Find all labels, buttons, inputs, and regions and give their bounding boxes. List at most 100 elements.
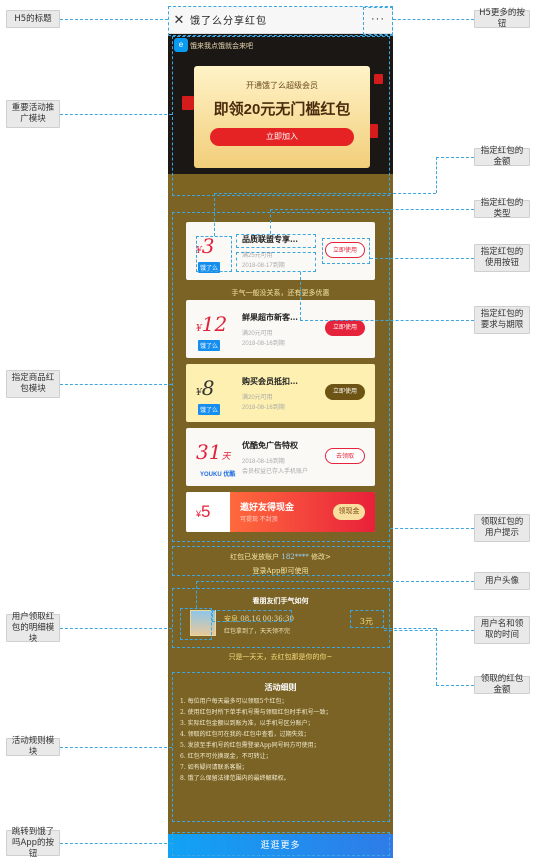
youku-logo: YOUKU 优酷	[200, 472, 236, 478]
ann-name-time: 用户名和领取的时间	[474, 616, 530, 644]
rule-item: 2. 使用红包时所下单手机号需与领取红包时手机号一致；	[180, 709, 332, 716]
ann-avatar: 用户头像	[474, 572, 530, 590]
record-row: 安息 08.16 00:36:30 红包拿到了，天天领不完 3元	[178, 610, 383, 642]
coupon-card: ¥8 饿了么 购买会员抵扣… 满20元可用 2018-08-16到期 立即使用	[186, 364, 375, 422]
ann-rules: 活动规则模块	[6, 736, 60, 757]
ann-use: 指定红包的使用按钮	[474, 244, 530, 272]
coupon-requirement: 满20元可用	[242, 331, 273, 337]
coupon-type-tag: 饿了么	[198, 340, 221, 351]
record-user: 安息 08.16 00:36:30	[224, 615, 294, 623]
coupon-requirement: 满25元可用	[242, 253, 273, 259]
get-cash-button[interactable]: 领现金	[333, 504, 365, 520]
ann-line	[60, 384, 172, 385]
rule-item: 7. 如有疑问请联系客服；	[180, 764, 248, 771]
invite-subtitle: 可提现 不封顶	[240, 517, 278, 523]
ann-line	[214, 193, 215, 236]
ann-line	[60, 19, 168, 20]
ann-line	[270, 209, 474, 210]
ann-line	[436, 157, 474, 158]
ann-product: 指定商品红包模块	[6, 370, 60, 398]
red-envelope-icon	[182, 96, 194, 110]
ann-line	[60, 747, 172, 748]
record-amount: 3元	[359, 617, 373, 626]
ann-line	[393, 19, 474, 20]
coupon-amount: ¥3	[196, 234, 215, 258]
ann-line	[196, 581, 474, 582]
coupon-card: 31天 YOUKU 优酷 优酷免广告特权 2018-08-16到期 会员权益已存…	[186, 428, 375, 486]
ann-line	[436, 628, 437, 685]
ann-line	[270, 209, 271, 234]
coupon-expiry: 2018-08-16到期	[242, 341, 285, 347]
ann-line	[384, 630, 474, 631]
coupon-expiry: 2018-08-17到期	[242, 263, 285, 269]
coupon-amount: ¥12	[196, 312, 228, 336]
invite-amount: ¥5	[186, 492, 230, 532]
page-title: 饿了么分享红包	[190, 16, 267, 27]
rules-title: 活动细则	[264, 682, 297, 692]
coupon-requirement: 会员权益已存入手机账户	[242, 469, 309, 475]
records-heading: 看朋友们手气如何	[252, 596, 309, 605]
rule-item: 1. 每位用户每天最多可以领取5个红包；	[180, 698, 288, 705]
ann-line	[384, 628, 436, 629]
coupon-title: 品质联盟专享…	[242, 234, 298, 244]
coupon-expiry: 2018-08-16到期	[242, 405, 285, 411]
use-now-button[interactable]: 立即使用	[325, 320, 365, 336]
ann-line	[214, 193, 436, 194]
open-app-button[interactable]: 逛逛更多	[168, 834, 393, 858]
ann-line	[60, 628, 172, 629]
ann-promo: 重要活动推广模块	[6, 100, 60, 128]
ann-amount-recv: 领取的红包金额	[474, 674, 530, 695]
phone-screen: ✕ 饿了么分享红包 ··· e 饿来我点饿就会来吧 开通饿了么超级会员 即领20…	[168, 6, 393, 858]
ann-line	[370, 258, 474, 259]
ann-line	[300, 272, 301, 320]
ann-more: H5更多的按钮	[474, 8, 530, 29]
rule-item: 3. 实际红包金额以到账为准，以手机号区分账户；	[180, 720, 314, 727]
ann-line	[390, 528, 474, 529]
coupon-card: ¥12 饿了么 鲜果超市新客… 满20元可用 2018-08-16到期 立即使用	[186, 300, 375, 358]
invite-title: 邀好友得现金	[240, 502, 295, 512]
envelope-pocket	[168, 174, 393, 194]
ann-type: 指定红包的类型	[474, 198, 530, 219]
ann-req: 指定红包的要求与期限	[474, 306, 530, 334]
rule-item: 6. 红包不可兑换现金，不可转让；	[180, 753, 272, 760]
coupon-amount: ¥8	[196, 376, 215, 400]
claim-button[interactable]: 去领取	[325, 448, 365, 464]
ann-line	[196, 581, 197, 608]
app-tip: 登录App即可使用	[252, 567, 309, 575]
use-now-button[interactable]: 立即使用	[325, 384, 365, 400]
user-tip: 红包已发放账户 182**** 修改>	[230, 553, 331, 561]
ann-line	[436, 685, 474, 686]
invite-panel: 邀好友得现金 可提现 不封顶 领现金	[230, 492, 375, 532]
coupon-expiry: 2018-08-16到期	[242, 459, 285, 465]
record-message: 红包拿到了，天天领不完	[224, 628, 291, 635]
coupon-amount: 31天	[196, 440, 231, 464]
ann-detail: 用户领取红包的明细模块	[6, 612, 60, 644]
rule-item: 8. 饿了么保留法律范围内的最终解释权。	[180, 775, 290, 782]
rule-item: 4. 领取的红包可在我的-红包中查看，过期失效；	[180, 731, 310, 738]
rules-list: 1. 每位用户每天最多可以领取5个红包； 2. 使用红包时所下单手机号需与领取红…	[180, 696, 385, 784]
annotated-spec-page: ✕ 饿了么分享红包 ··· e 饿来我点饿就会来吧 开通饿了么超级会员 即领20…	[0, 0, 535, 864]
use-now-button[interactable]: 立即使用	[325, 242, 365, 258]
close-icon[interactable]: ✕	[168, 12, 190, 28]
h5-titlebar: ✕ 饿了么分享红包 ···	[168, 6, 393, 34]
invite-card[interactable]: ¥5 邀好友得现金 可提现 不封顶 领现金	[186, 492, 375, 532]
coupon-type-tag: 饿了么	[198, 404, 221, 415]
more-icon[interactable]: ···	[371, 13, 385, 25]
ann-title: H5的标题	[6, 10, 60, 28]
ann-line	[300, 320, 474, 321]
luck-note: 手气一般没关系，还有更多优惠	[231, 289, 330, 297]
coupon-title: 购买会员抵扣…	[242, 376, 298, 386]
coupon-type-tag: 饿了么	[198, 262, 221, 273]
change-phone-link[interactable]: 修改>	[311, 553, 331, 561]
join-now-button[interactable]: 立即加入	[210, 128, 354, 146]
ann-jump: 跳转到饿了吗App的按钮	[6, 827, 60, 859]
ann-line	[60, 114, 172, 115]
promo-card: 开通饿了么超级会员 即领20元无门槛红包 立即加入	[194, 66, 370, 168]
red-envelope-icon	[374, 74, 383, 84]
ann-amount: 指定红包的金额	[474, 146, 530, 167]
avatar	[190, 610, 216, 636]
promo-banner: e 饿来我点饿就会来吧 开通饿了么超级会员 即领20元无门槛红包 立即加入	[168, 34, 393, 194]
promo-subtitle: 开通饿了么超级会员	[246, 81, 318, 90]
rule-item: 5. 发放至手机号的红包需登录App同号码方可使用；	[180, 742, 320, 749]
coupon-title: 鲜果超市新客…	[242, 312, 298, 322]
